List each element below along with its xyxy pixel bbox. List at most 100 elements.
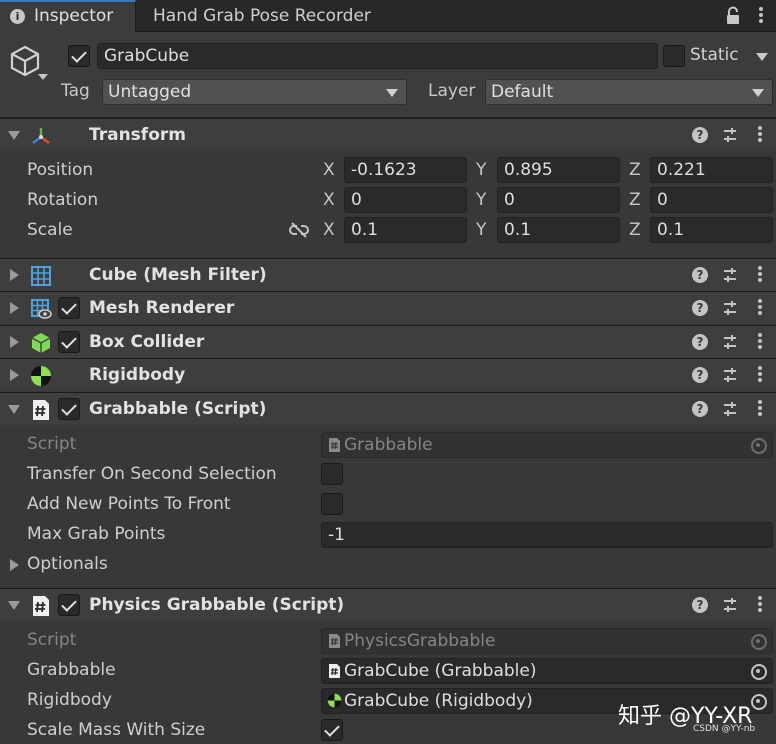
scale-label: Scale — [27, 220, 73, 240]
max-grab-points-field[interactable]: -1 — [321, 522, 773, 548]
layer-dropdown[interactable]: Default — [485, 79, 773, 105]
scale-x-field[interactable]: 0.1 — [344, 217, 467, 243]
add-new-points-to-front-checkbox[interactable] — [321, 493, 343, 515]
help-icon[interactable]: ? — [692, 367, 708, 383]
tab-inspector[interactable]: i Inspector — [0, 0, 136, 32]
constrain-proportions-icon[interactable] — [289, 221, 309, 239]
foldout-closed-icon[interactable] — [10, 369, 19, 381]
rigidbody-header[interactable]: Rigidbody ? — [0, 358, 776, 391]
tab-menu-icon[interactable] — [758, 6, 764, 26]
tag-value: Untagged — [108, 82, 192, 102]
foldout-open-icon[interactable] — [8, 131, 20, 140]
scale-mass-with-size-checkbox[interactable] — [321, 719, 343, 741]
axis-x-label: X — [323, 160, 335, 180]
physics-grabbable-enabled-checkbox[interactable] — [58, 594, 80, 616]
help-icon[interactable]: ? — [692, 300, 708, 316]
object-name-field[interactable]: GrabCube — [97, 43, 658, 69]
rigidbody-title: Rigidbody — [89, 365, 186, 385]
box-collider-icon — [31, 333, 51, 353]
physics-grabbable-script-field: PhysicsGrabbable — [321, 628, 773, 654]
scale-z-field[interactable]: 0.1 — [650, 217, 773, 243]
rigidbody-icon — [31, 366, 51, 386]
help-icon[interactable]: ? — [692, 267, 708, 283]
position-z-field[interactable]: 0.221 — [650, 157, 773, 183]
scale-mass-with-size-label: Scale Mass With Size — [27, 720, 206, 740]
mesh-filter-header[interactable]: Cube (Mesh Filter) ? — [0, 258, 776, 291]
foldout-closed-icon[interactable] — [10, 269, 19, 281]
help-icon[interactable]: ? — [692, 127, 708, 143]
lock-icon[interactable] — [724, 6, 742, 26]
preset-icon[interactable] — [722, 300, 738, 316]
object-picker-icon — [745, 434, 771, 456]
physics-grabbable-title: Physics Grabbable (Script) — [89, 595, 345, 615]
tab-bar: i Inspector Hand Grab Pose Recorder — [0, 0, 776, 32]
physics-grabbable-script-label: Script — [27, 630, 77, 650]
component-menu-icon[interactable] — [757, 298, 763, 318]
rotation-y-field[interactable]: 0 — [497, 187, 620, 213]
icon-dropdown-arrow[interactable] — [38, 74, 48, 80]
axis-z-label: Z — [629, 220, 641, 240]
preset-icon[interactable] — [722, 401, 738, 417]
tab-second-label: Hand Grab Pose Recorder — [153, 6, 371, 26]
tag-dropdown[interactable]: Untagged — [102, 79, 407, 105]
object-header: GrabCube Static Tag Untagged Layer Defau… — [0, 32, 776, 118]
static-dropdown-arrow[interactable] — [756, 53, 768, 61]
box-collider-enabled-checkbox[interactable] — [58, 331, 80, 353]
tab-hand-grab-pose-recorder[interactable]: Hand Grab Pose Recorder — [153, 0, 371, 32]
axis-x-label: X — [323, 220, 335, 240]
preset-icon[interactable] — [722, 597, 738, 613]
transform-header[interactable]: Transform ? — [0, 118, 776, 151]
watermark-small-text: CSDN @YY-nb — [693, 724, 756, 734]
foldout-open-icon[interactable] — [8, 601, 20, 610]
help-icon[interactable]: ? — [692, 401, 708, 417]
component-menu-icon[interactable] — [757, 365, 763, 385]
preset-icon[interactable] — [722, 267, 738, 283]
grabbable-reference-field[interactable]: GrabCube (Grabbable) — [321, 658, 773, 684]
chevron-down-icon — [386, 89, 398, 97]
foldout-open-icon[interactable] — [8, 405, 20, 414]
mesh-filter-title: Cube (Mesh Filter) — [89, 265, 267, 285]
physics-grabbable-script-value: PhysicsGrabbable — [344, 631, 496, 651]
mesh-renderer-header[interactable]: Mesh Renderer ? — [0, 291, 776, 324]
foldout-closed-icon[interactable] — [10, 302, 19, 314]
scale-y-field[interactable]: 0.1 — [497, 217, 620, 243]
optionals-foldout-icon[interactable] — [10, 559, 19, 571]
axis-z-label: Z — [629, 190, 641, 210]
active-checkbox[interactable] — [68, 45, 90, 67]
rotation-x-field[interactable]: 0 — [344, 187, 467, 213]
object-picker-icon — [745, 630, 771, 652]
position-y-field[interactable]: 0.895 — [497, 157, 620, 183]
component-menu-icon[interactable] — [757, 332, 763, 352]
optionals-label[interactable]: Optionals — [27, 554, 108, 574]
component-menu-icon[interactable] — [757, 595, 763, 615]
object-picker-icon[interactable] — [745, 660, 771, 682]
preset-icon[interactable] — [722, 127, 738, 143]
transfer-on-second-selection-label: Transfer On Second Selection — [27, 464, 277, 484]
layer-value: Default — [491, 82, 554, 102]
rotation-z-field[interactable]: 0 — [650, 187, 773, 213]
gameobject-cube-icon[interactable] — [8, 44, 42, 78]
preset-icon[interactable] — [722, 367, 738, 383]
static-checkbox[interactable] — [663, 45, 685, 67]
foldout-closed-icon[interactable] — [10, 336, 19, 348]
preset-icon[interactable] — [722, 334, 738, 350]
axis-y-label: Y — [476, 220, 487, 240]
grabbable-script-header[interactable]: Grabbable (Script) ? — [0, 392, 776, 425]
grabbable-enabled-checkbox[interactable] — [58, 398, 80, 420]
component-menu-icon[interactable] — [757, 125, 763, 145]
physics-grabbable-script-header[interactable]: Physics Grabbable (Script) ? — [0, 588, 776, 621]
component-menu-icon[interactable] — [757, 265, 763, 285]
help-icon[interactable]: ? — [692, 334, 708, 350]
help-icon[interactable]: ? — [692, 597, 708, 613]
axis-x-label: X — [323, 190, 335, 210]
rigidbody-reference-label: Rigidbody — [27, 690, 112, 710]
axis-y-label: Y — [476, 160, 487, 180]
transfer-on-second-selection-checkbox[interactable] — [321, 463, 343, 485]
position-x-field[interactable]: -0.1623 — [344, 157, 467, 183]
grabbable-script-field: Grabbable — [321, 432, 773, 458]
component-menu-icon[interactable] — [757, 399, 763, 419]
box-collider-header[interactable]: Box Collider ? — [0, 325, 776, 358]
mesh-renderer-enabled-checkbox[interactable] — [58, 297, 80, 319]
static-label: Static — [690, 45, 739, 65]
transform-title: Transform — [89, 125, 186, 145]
